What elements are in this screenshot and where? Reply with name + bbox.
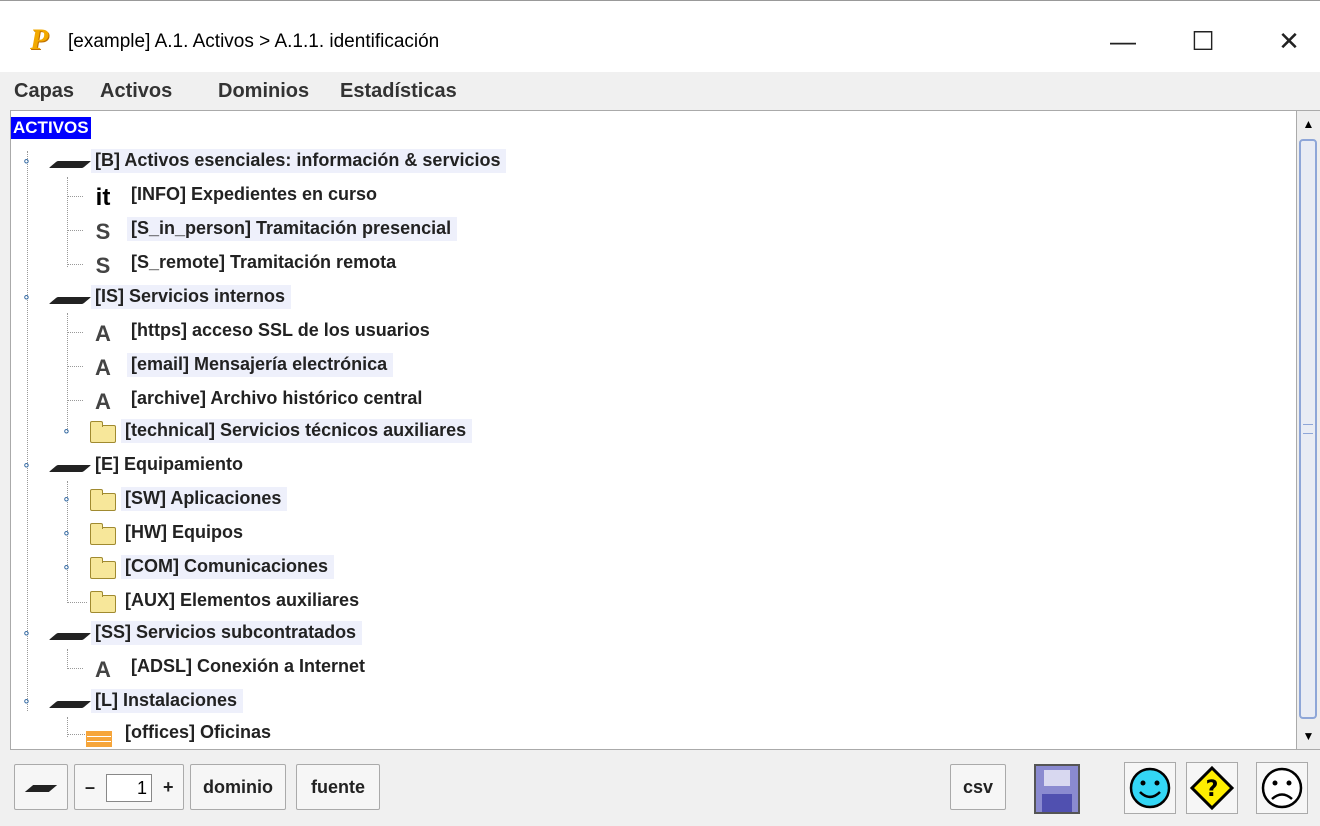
app-logo-icon: P xyxy=(30,23,49,56)
tree-node-label: [https] acceso SSL de los usuarios xyxy=(131,320,430,340)
sad-face-button[interactable] xyxy=(1256,762,1308,814)
tree-root-activos[interactable]: ACTIVOS xyxy=(11,117,91,139)
layer-icon xyxy=(24,785,58,792)
sad-face-icon xyxy=(1261,767,1303,809)
tree-node-label: [SS] Servicios subcontratados xyxy=(91,621,363,645)
menu-capas[interactable]: Capas xyxy=(14,80,74,103)
title-bar: P [example] A.1. Activos > A.1.1. identi… xyxy=(0,0,1320,72)
tree-node-label: [S_in_person] Tramitación presencial xyxy=(127,217,458,241)
decrement-button[interactable]: – xyxy=(85,765,95,809)
expand-handle-icon[interactable]: ⚬ xyxy=(21,459,35,473)
asset-icon: A xyxy=(95,321,111,346)
scroll-up-icon[interactable]: ▲ xyxy=(1297,113,1320,135)
tree-node-label: [archive] Archivo histórico central xyxy=(131,388,423,408)
tree-node-label: [technical] Servicios técnicos auxiliare… xyxy=(121,419,473,443)
menu-estadisticas[interactable]: Estadísticas xyxy=(340,80,457,103)
question-diamond-icon: ? xyxy=(1189,765,1235,811)
tree-node-label: [L] Instalaciones xyxy=(91,689,244,713)
save-icon[interactable] xyxy=(1034,764,1080,814)
folder-icon xyxy=(87,487,119,515)
layer-icon xyxy=(48,453,92,481)
layer-icon xyxy=(48,621,92,649)
csv-button[interactable]: csv xyxy=(950,764,1006,810)
expand-handle-icon[interactable]: ⚬ xyxy=(21,155,35,169)
expand-handle-icon[interactable]: ⚬ xyxy=(61,527,75,541)
menu-bar: Capas Activos Dominios Estadísticas xyxy=(0,72,1320,110)
increment-button[interactable]: + xyxy=(163,765,174,809)
expand-handle-icon[interactable]: ⚬ xyxy=(21,627,35,641)
layer-icon xyxy=(48,149,92,177)
layer-button[interactable] xyxy=(14,764,68,810)
expand-handle-icon[interactable]: ⚬ xyxy=(21,695,35,709)
asset-icon: A xyxy=(95,389,111,414)
expand-handle-icon[interactable]: ⚬ xyxy=(61,561,75,575)
info-asset-icon: it xyxy=(95,184,111,211)
menu-activos[interactable]: Activos xyxy=(100,80,172,103)
menu-dominios[interactable]: Dominios xyxy=(218,80,309,103)
expand-handle-icon[interactable]: ⚬ xyxy=(21,291,35,305)
tree-node-label: [AUX] Elementos auxiliares xyxy=(125,590,360,610)
grip-icon xyxy=(1303,424,1313,434)
maximize-button[interactable]: ☐ xyxy=(1180,21,1226,61)
tree-node-label: [email] Mensajería electrónica xyxy=(127,353,394,377)
tree-node-label: [E] Equipamiento xyxy=(95,454,243,474)
level-input[interactable]: 1 xyxy=(106,774,152,802)
folder-icon xyxy=(87,521,119,549)
vertical-scrollbar[interactable]: ▲ ▼ xyxy=(1297,110,1320,750)
tree-node-label: [S_remote] Tramitación remota xyxy=(131,252,397,272)
tree-node-label: [HW] Equipos xyxy=(125,522,243,542)
expand-handle-icon[interactable]: ⚬ xyxy=(61,425,75,439)
tree-node-label: [ADSL] Conexión a Internet xyxy=(131,656,366,676)
scroll-down-icon[interactable]: ▼ xyxy=(1297,725,1320,747)
tree-node-label: [COM] Comunicaciones xyxy=(121,555,335,579)
service-icon: S xyxy=(95,219,111,244)
tree-node-label: [IS] Servicios internos xyxy=(91,285,292,309)
folder-icon xyxy=(87,555,119,583)
folder-icon xyxy=(87,589,119,617)
brick-wall-icon xyxy=(83,721,115,749)
asset-icon: A xyxy=(95,657,111,682)
layer-icon xyxy=(48,285,92,313)
tree-connector xyxy=(67,177,68,267)
fuente-button[interactable]: fuente xyxy=(296,764,380,810)
scrollbar-thumb[interactable] xyxy=(1299,139,1317,719)
tree-node-label: [INFO] Expedientes en curso xyxy=(131,184,378,204)
minimize-button[interactable]: — xyxy=(1100,21,1146,61)
help-button[interactable]: ? xyxy=(1186,762,1238,814)
tree-node-label: [SW] Aplicaciones xyxy=(121,487,288,511)
bottom-toolbar: – + 1 dominio fuente csv xyxy=(0,750,1320,826)
dominio-button[interactable]: dominio xyxy=(190,764,286,810)
tree-connector xyxy=(67,313,68,433)
layer-icon xyxy=(48,689,92,717)
asset-tree[interactable]: ACTIVOS ⚬ [B] Activos esenciales: inform… xyxy=(10,110,1297,750)
happy-face-icon xyxy=(1129,767,1171,809)
tree-node-label: [offices] Oficinas xyxy=(125,722,272,742)
service-icon: S xyxy=(95,253,111,278)
happy-face-button[interactable] xyxy=(1124,762,1176,814)
close-button[interactable]: ✕ xyxy=(1266,21,1312,61)
window-title: [example] A.1. Activos > A.1.1. identifi… xyxy=(68,31,440,52)
svg-text:?: ? xyxy=(1206,777,1219,802)
tree-node-label: [B] Activos esenciales: información & se… xyxy=(91,149,507,173)
asset-icon: A xyxy=(95,355,111,380)
expand-handle-icon[interactable]: ⚬ xyxy=(61,493,75,507)
folder-icon xyxy=(87,419,119,447)
tree-connector xyxy=(67,649,68,669)
